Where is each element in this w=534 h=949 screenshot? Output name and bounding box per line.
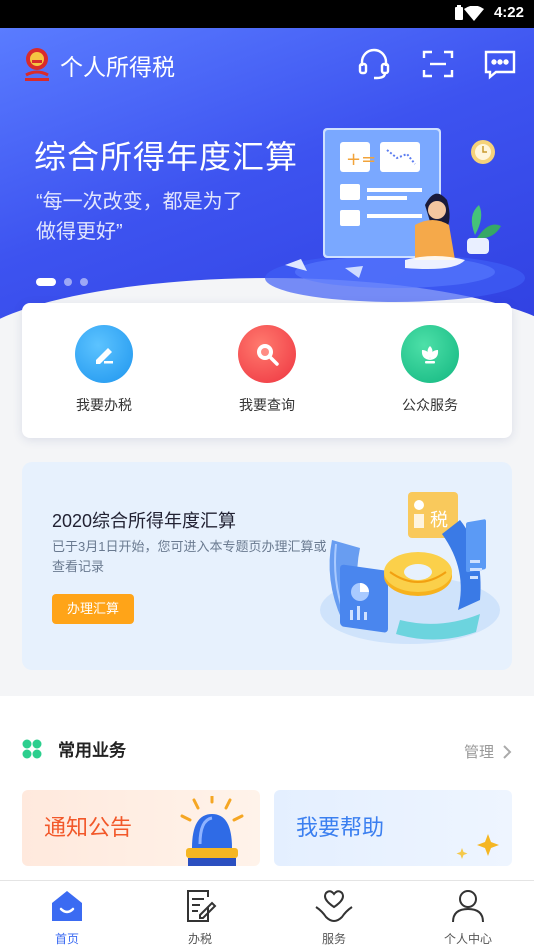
quick-action-public-service[interactable]: 公众服务 xyxy=(380,325,480,415)
section-title: 常用业务 xyxy=(58,741,126,760)
quick-action-query[interactable]: 我要查询 xyxy=(217,325,317,415)
chevron-right-icon xyxy=(503,744,512,759)
tab-label: 首页 xyxy=(54,932,79,946)
bottom-tab-bar: 首页 办税 服务 个人中心 xyxy=(0,880,534,949)
magnifier-icon xyxy=(238,325,296,383)
app-title: 个人所得税 xyxy=(60,54,175,80)
home-icon xyxy=(52,891,82,921)
settlement-button[interactable]: 办理汇算 xyxy=(52,594,134,624)
status-bar: 4:22 xyxy=(0,0,534,28)
pagination-dot[interactable] xyxy=(64,278,72,286)
message-icon[interactable] xyxy=(482,46,518,82)
heart-hands-icon xyxy=(315,890,353,923)
pagination-dot[interactable] xyxy=(36,278,56,286)
bell-icon xyxy=(180,796,244,866)
notice-card-label: 通知公告 xyxy=(44,815,133,840)
help-card-label: 我要帮助 xyxy=(296,815,385,840)
tab-label: 个人中心 xyxy=(443,932,492,946)
quick-action-label: 我要查询 xyxy=(239,397,295,413)
tab-label: 办税 xyxy=(187,932,212,946)
manage-label: 管理 xyxy=(463,744,494,761)
tab-service[interactable]: 服务 xyxy=(294,889,374,947)
pagination-dot[interactable] xyxy=(80,278,88,286)
manage-link[interactable]: 管理 xyxy=(464,741,512,762)
promo-illustration-tag: 税 xyxy=(430,510,448,531)
annual-settlement-promo[interactable]: 2020综合所得年度汇算 已于3月1日开始，您可进入本专题页办理汇算或查看记录 … xyxy=(22,462,512,670)
app-header: 个人所得税 xyxy=(0,28,534,98)
sparkle-icon xyxy=(456,834,499,859)
tab-home[interactable]: 首页 xyxy=(27,889,107,947)
scan-icon[interactable] xyxy=(420,46,456,82)
tax-emblem-logo xyxy=(22,45,52,83)
common-business-section: 常用业务 管理 通知公告 我要帮助 xyxy=(0,696,534,880)
lotus-flower-icon xyxy=(401,325,459,383)
status-time: 4:22 xyxy=(493,4,524,21)
quick-actions-card: 我要办税 我要查询 公众服务 xyxy=(22,303,512,438)
notice-card[interactable]: 通知公告 xyxy=(22,790,260,866)
quick-action-tax-filing[interactable]: 我要办税 xyxy=(54,325,154,415)
pencil-edit-icon xyxy=(75,325,133,383)
quick-action-label: 我要办税 xyxy=(76,397,132,413)
promo-description: 已于3月1日开始，您可进入本专题页办理汇算或查看记录 xyxy=(52,539,327,574)
tab-tax[interactable]: 办税 xyxy=(160,889,240,947)
quick-action-label: 公众服务 xyxy=(402,397,458,413)
banner-illustration: += xyxy=(245,110,525,310)
headset-icon[interactable] xyxy=(356,46,392,82)
battery-icon xyxy=(454,5,464,25)
tab-personal-center[interactable]: 个人中心 xyxy=(428,889,508,947)
four-dots-icon xyxy=(22,739,42,763)
person-icon xyxy=(452,890,484,923)
promo-title: 2020综合所得年度汇算 xyxy=(52,511,237,531)
wifi-icon xyxy=(464,5,484,25)
help-card[interactable]: 我要帮助 xyxy=(274,790,512,866)
settlement-illustration: 税 xyxy=(310,480,510,660)
banner-pagination xyxy=(36,278,88,286)
svg-text:+=: += xyxy=(346,149,376,170)
document-edit-icon xyxy=(187,890,217,922)
tab-label: 服务 xyxy=(321,932,346,946)
